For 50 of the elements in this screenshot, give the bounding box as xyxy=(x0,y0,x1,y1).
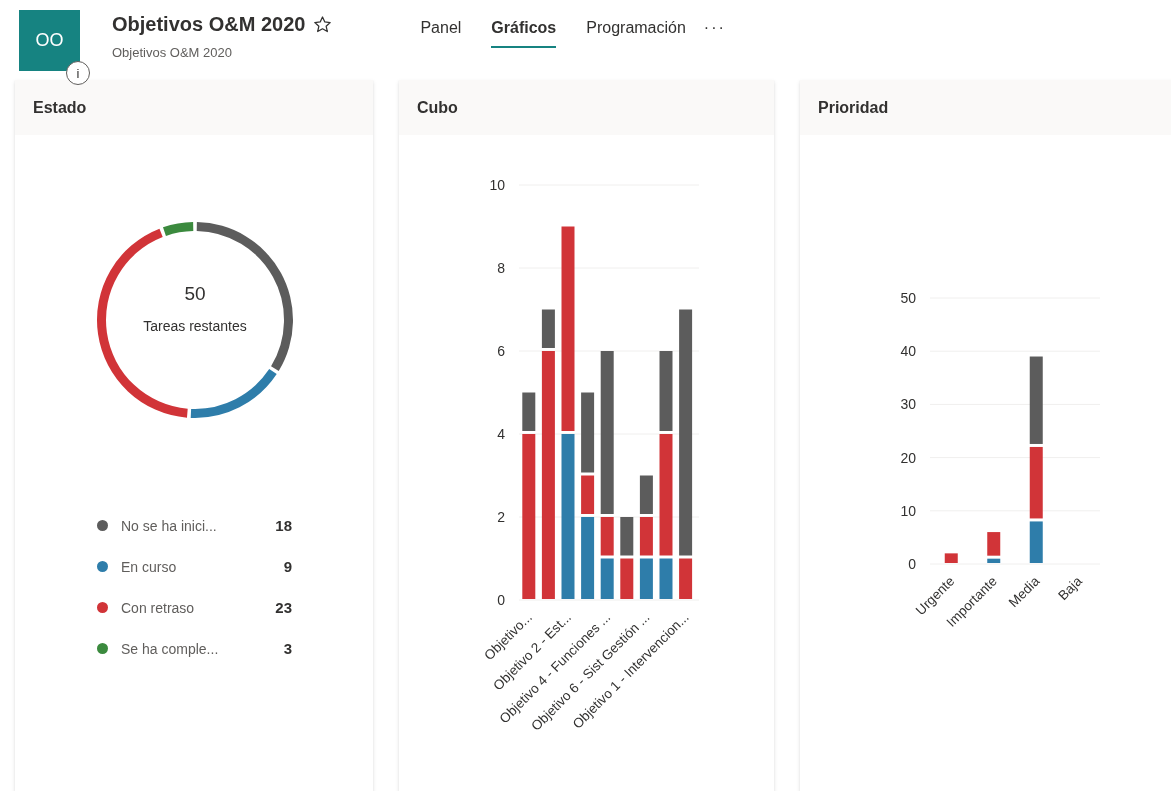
bar-segment xyxy=(620,558,634,599)
plan-title: Objetivos O&M 2020 xyxy=(112,13,306,36)
bar-segment xyxy=(600,558,614,599)
bar-segment xyxy=(659,558,673,599)
bar-segment xyxy=(522,392,536,431)
axis-tick-label: 50 xyxy=(900,290,916,306)
bar-segment xyxy=(679,558,693,599)
favorite-star-icon[interactable] xyxy=(313,15,333,34)
bar-segment xyxy=(581,475,595,514)
plan-logo: OO xyxy=(19,10,80,71)
plan-subtitle: Objetivos O&M 2020 xyxy=(112,45,233,60)
axis-tick-label: 2 xyxy=(497,509,505,525)
bar-segment xyxy=(1029,521,1043,563)
legend-label: No se ha inici... xyxy=(121,517,218,534)
legend-count: 3 xyxy=(283,640,292,657)
bar-segment xyxy=(639,558,653,599)
axis-tick-label: 8 xyxy=(497,260,505,276)
card-title: Prioridad xyxy=(800,80,1171,135)
category-label: Baja xyxy=(1055,573,1085,604)
legend-label: En curso xyxy=(121,558,178,575)
nav-tab[interactable]: Gráficos xyxy=(491,19,557,48)
remaining-count: 50 xyxy=(184,283,206,304)
axis-tick-label: 4 xyxy=(497,426,505,442)
bar-segment xyxy=(944,553,958,563)
axis-tick-label: 10 xyxy=(489,177,505,193)
axis-tick-label: 0 xyxy=(497,592,505,608)
bar-segment xyxy=(620,517,634,556)
bar-segment xyxy=(600,517,614,556)
bar-segment xyxy=(639,475,653,514)
bar-segment xyxy=(541,309,555,348)
bar-segment xyxy=(987,558,1001,563)
axis-tick-label: 20 xyxy=(900,449,916,466)
axis-tick-label: 10 xyxy=(900,502,916,519)
card-title: Estado xyxy=(15,80,373,135)
axis-tick-label: 0 xyxy=(908,556,916,572)
legend-label: Con retraso xyxy=(121,599,196,616)
legend-count: 23 xyxy=(275,599,292,616)
legend-label: Se ha comple... xyxy=(121,640,220,657)
axis-tick-label: 30 xyxy=(900,396,916,413)
legend-count: 9 xyxy=(283,558,292,575)
remaining-label: Tareas restantes xyxy=(143,318,247,334)
more-button[interactable]: ··· xyxy=(703,19,726,37)
axis-tick-label: 40 xyxy=(900,343,916,360)
legend-count: 18 xyxy=(275,517,292,534)
bar-segment xyxy=(987,532,1001,556)
bar-segment xyxy=(639,517,653,556)
nav-tab[interactable]: Panel xyxy=(420,19,462,48)
axis-tick-label: 6 xyxy=(497,343,505,359)
card-title: Cubo xyxy=(399,80,774,135)
nav-tab[interactable]: Programación xyxy=(586,19,686,48)
